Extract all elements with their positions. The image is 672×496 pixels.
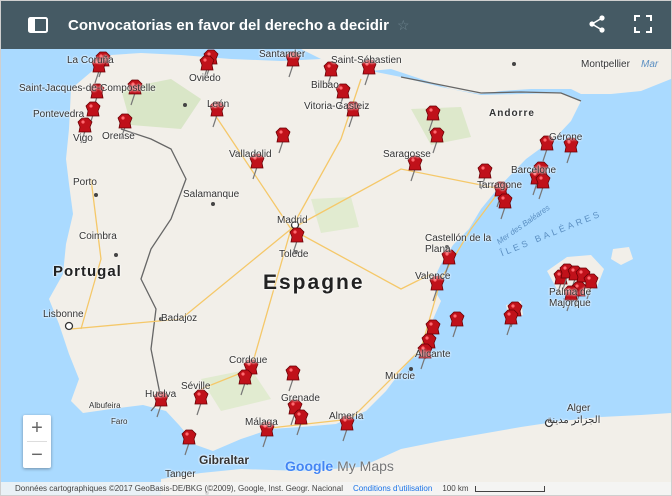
map-embed: Convocatorias en favor del derecho a dec… [0, 0, 672, 496]
scale-label: 100 km [442, 484, 469, 493]
map-header: Convocatorias en favor del derecho a dec… [1, 1, 671, 49]
zoom-in-button[interactable]: + [23, 415, 51, 441]
label-murcie: Murcie [385, 371, 416, 382]
label-gibraltar: Gibraltar [199, 453, 250, 467]
label-leon: León [207, 99, 230, 110]
map-pin-icon[interactable] [181, 429, 197, 456]
label-madrid: Madrid [277, 215, 308, 226]
label-alger-arabic: الجزائر مدينة [547, 415, 601, 426]
label-tarragone: Tarragone [477, 180, 523, 191]
label-valladolid: Valladolid [229, 149, 272, 160]
label-mar: Mar [641, 59, 659, 70]
label-coimbra: Coimbra [79, 231, 117, 242]
map-pin-icon[interactable] [497, 193, 513, 220]
map-canvas[interactable]: La Coruña Saint-Jacques-de-Compostelle P… [1, 49, 671, 495]
label-tolede: Tolède [279, 249, 309, 260]
label-alger: Alger [567, 403, 591, 414]
label-gerone: Gérone [549, 132, 583, 143]
label-huelva: Huelva [145, 389, 177, 400]
label-portugal: Portugal [53, 263, 122, 280]
label-valence: Valence [415, 271, 451, 282]
label-vigo: Vigo [73, 133, 93, 144]
attribution-text: Données cartographiques ©2017 GeoBasis-D… [15, 484, 343, 493]
scale-bar [474, 485, 545, 492]
label-faro: Faro [111, 417, 128, 426]
fullscreen-icon[interactable] [633, 14, 653, 39]
map-pin-icon[interactable] [193, 389, 209, 416]
label-vitoria: Vitoria-Gasteiz [304, 101, 370, 112]
map-pin-icon[interactable] [535, 173, 551, 200]
star-icon[interactable]: ☆ [397, 17, 410, 34]
attribution-bar: Données cartographiques ©2017 GeoBasis-D… [1, 482, 671, 495]
label-cordoue: Cordoue [229, 355, 268, 366]
label-porto: Porto [73, 177, 97, 188]
map-pin-icon[interactable] [275, 127, 291, 154]
label-la-coruna: La Coruña [67, 55, 114, 66]
label-oviedo: Oviedo [189, 73, 221, 84]
terms-link[interactable]: Conditions d'utilisation [353, 484, 432, 493]
label-andorre: Andorre [489, 108, 535, 119]
label-grenade: Grenade [281, 393, 320, 404]
label-espagne: Espagne [263, 271, 365, 294]
label-santiago: Saint-Jacques-de-Compostelle [19, 83, 156, 94]
label-barcelone: Barcelone [511, 165, 557, 176]
map-pin-icon[interactable] [285, 365, 301, 392]
label-salamanque: Salamanque [183, 189, 240, 200]
map-title[interactable]: Convocatorias en favor del derecho a dec… [68, 17, 389, 34]
label-alicante: Alicante [415, 349, 451, 360]
label-saragosse: Saragosse [383, 149, 431, 160]
sidebar-toggle-icon[interactable] [27, 14, 49, 36]
map-pin-icon[interactable] [237, 369, 253, 396]
label-palma: Palma de Majorque [549, 287, 592, 309]
label-badajoz: Badajoz [161, 313, 198, 324]
google-my-maps-logo: Google My Maps [285, 458, 394, 474]
label-santander: Santander [259, 49, 306, 60]
map-pin-icon[interactable] [503, 309, 519, 336]
label-orense: Orense [102, 131, 135, 142]
label-albufeira: Albufeira [89, 401, 121, 410]
map-pin-icon[interactable] [425, 105, 441, 132]
label-lisbonne: Lisbonne [43, 309, 84, 320]
label-bilbao: Bilbao [311, 80, 339, 91]
map-pin-icon[interactable] [429, 127, 445, 154]
label-castellon: Castellón de la Plana [425, 233, 492, 255]
zoom-control: + − [23, 415, 51, 468]
map-pin-icon[interactable] [449, 311, 465, 338]
label-tanger: Tanger [165, 469, 196, 480]
share-icon[interactable] [587, 14, 607, 39]
label-malaga: Málaga [245, 417, 278, 428]
label-almeria: Almería [329, 411, 364, 422]
label-montpellier: Montpellier [581, 59, 630, 70]
map-pin-icon[interactable] [293, 409, 309, 436]
zoom-out-button[interactable]: − [23, 442, 51, 468]
label-pontevedra: Pontevedra [33, 109, 85, 120]
label-saint-sebastien: Saint-Sébastien [331, 55, 402, 66]
label-seville: Séville [181, 381, 211, 392]
